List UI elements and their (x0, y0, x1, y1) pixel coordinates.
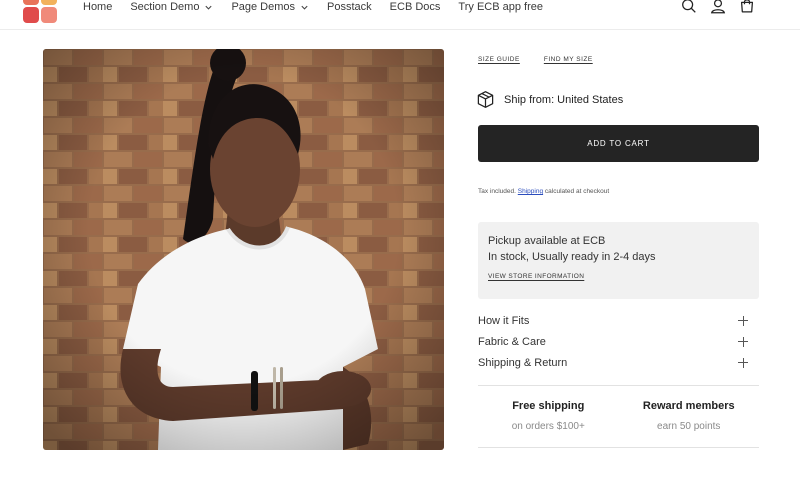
chevron-down-icon (301, 5, 308, 10)
nav-try-app[interactable]: Try ECB app free (458, 1, 543, 13)
perk-title: Reward members (642, 400, 735, 412)
account-icon[interactable] (709, 0, 727, 15)
tax-prefix: Tax included. (478, 188, 516, 195)
nav-label: Section Demo (130, 1, 200, 13)
perk-subtitle: earn 50 points (657, 421, 721, 432)
nav-home[interactable]: Home (83, 1, 112, 13)
plus-icon (738, 336, 748, 347)
header-icons (669, 0, 756, 15)
accordion-shipping-return[interactable]: Shipping & Return (478, 352, 748, 373)
search-icon[interactable] (680, 0, 698, 15)
main-nav: Home Section Demo Page Demos Posstack EC… (83, 0, 561, 14)
cart-icon[interactable] (738, 0, 756, 15)
product-accordion: How it Fits Fabric & Care Shipping & Ret… (478, 310, 748, 373)
plus-icon (738, 315, 748, 326)
accordion-fabric-care[interactable]: Fabric & Care (478, 331, 748, 352)
plus-icon (738, 357, 748, 368)
brand-logo[interactable] (23, 0, 57, 23)
perk-free-shipping: Free shipping on orders $100+ (478, 386, 619, 447)
tax-note: Tax included. Shipping calculated at che… (478, 188, 609, 195)
product-photo (43, 49, 444, 450)
nav-ecb-docs[interactable]: ECB Docs (390, 1, 441, 13)
nav-posstack[interactable]: Posstack (327, 1, 372, 13)
site-header: Home Section Demo Page Demos Posstack EC… (0, 0, 800, 30)
nav-page-demos[interactable]: Page Demos (231, 1, 309, 13)
accordion-how-it-fits[interactable]: How it Fits (478, 310, 748, 331)
size-links: SIZE GUIDE FIND MY SIZE (478, 56, 617, 63)
nav-label: Posstack (327, 1, 372, 13)
find-my-size-link[interactable]: FIND MY SIZE (544, 56, 593, 63)
nav-label: Page Demos (231, 1, 296, 13)
accordion-label: Shipping & Return (478, 356, 568, 369)
perks-row: Free shipping on orders $100+ Reward mem… (478, 385, 759, 448)
size-guide-link[interactable]: SIZE GUIDE (478, 56, 520, 63)
package-icon (477, 91, 494, 108)
pickup-stock-status: In stock, Usually ready in 2-4 days (488, 251, 656, 263)
add-to-cart-button[interactable]: ADD TO CART (478, 125, 759, 162)
pickup-location: Pickup available at ECB (488, 235, 606, 247)
perk-reward-members: Reward members earn 50 points (619, 386, 760, 447)
perk-title: Free shipping (512, 400, 585, 412)
accordion-label: How it Fits (478, 314, 530, 327)
perk-subtitle: on orders $100+ (511, 421, 585, 432)
accordion-label: Fabric & Care (478, 335, 546, 348)
chevron-down-icon (205, 5, 213, 10)
pickup-availability: Pickup available at ECB In stock, Usuall… (478, 222, 759, 299)
nav-label: ECB Docs (389, 1, 441, 13)
view-store-info-link[interactable]: VIEW STORE INFORMATION (488, 273, 749, 280)
nav-label: Try ECB app free (458, 1, 543, 13)
nav-label: Home (83, 1, 113, 13)
ship-from: Ship from: United States (476, 90, 623, 109)
shipping-policy-link[interactable]: Shipping (518, 188, 543, 195)
tax-suffix: calculated at checkout (544, 188, 610, 195)
nav-section-demo[interactable]: Section Demo (130, 1, 213, 13)
product-image[interactable] (43, 49, 444, 450)
ship-from-text: Ship from: United States (504, 93, 624, 106)
